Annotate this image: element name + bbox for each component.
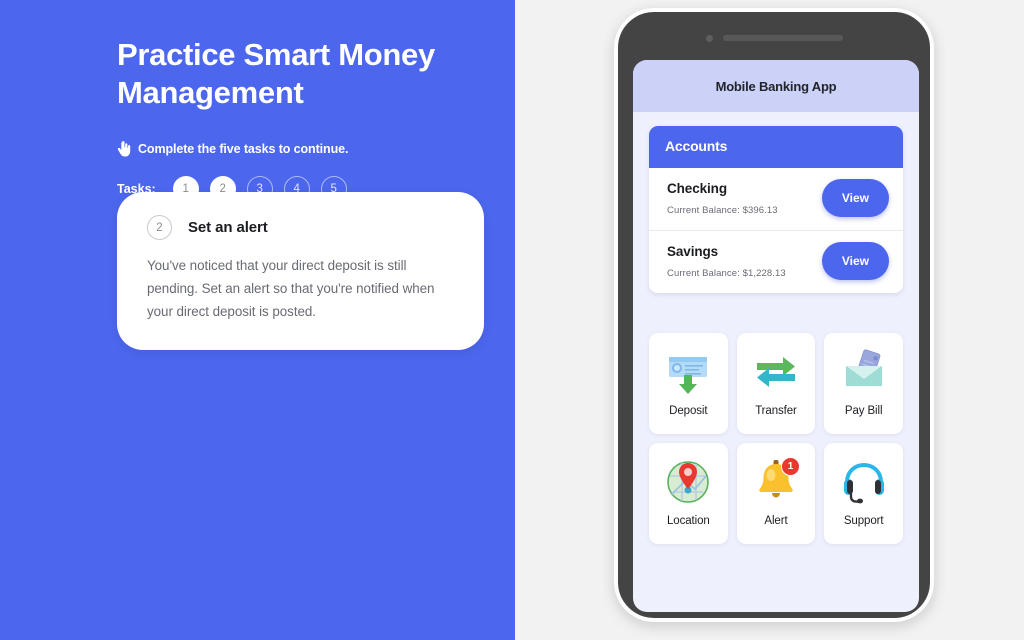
view-button-savings[interactable]: View	[821, 242, 889, 280]
check-deposit-icon	[661, 345, 715, 399]
tile-label-support: Support	[843, 515, 884, 527]
tile-location[interactable]: Location	[649, 443, 728, 544]
tile-label-deposit: Deposit	[669, 405, 708, 417]
tile-pay-bill[interactable]: Pay Bill	[824, 333, 903, 434]
tile-deposit[interactable]: Deposit	[649, 333, 728, 434]
instruction-row: Complete the five tasks to continue.	[117, 140, 515, 157]
tile-label-location: Location	[666, 515, 710, 527]
account-info-savings: Savings Current Balance: $1,228.13	[667, 244, 786, 279]
task-card-header: 2 Set an alert	[147, 215, 454, 240]
accounts-card: Accounts Checking Current Balance: $396.…	[649, 126, 903, 293]
task-card-description: You've noticed that your direct deposit …	[147, 258, 435, 320]
account-balance-savings: Current Balance: $1,228.13	[667, 267, 786, 279]
quick-action-grid: Deposit Transfer Pay Bill Location 1 Ale…	[649, 333, 903, 544]
left-instructions-panel: Practice Smart Money Management Complete…	[0, 0, 515, 640]
alert-count-badge: 1	[780, 457, 800, 476]
account-name-checking: Checking	[667, 180, 727, 196]
tile-label-pay-bill: Pay Bill	[844, 405, 883, 417]
account-row-savings: Savings Current Balance: $1,228.13 View	[649, 230, 903, 293]
transfer-arrows-icon	[749, 345, 803, 399]
headset-icon	[837, 455, 891, 509]
bell-icon: 1	[749, 455, 803, 509]
instruction-text: Complete the five tasks to continue.	[138, 141, 349, 156]
tile-alert[interactable]: 1 Alert	[736, 443, 816, 544]
account-name-savings: Savings	[667, 243, 719, 259]
phone-screen: Mobile Banking App Accounts Checking Cur…	[633, 60, 919, 612]
pointing-hand-icon	[117, 140, 131, 157]
phone-notch	[618, 34, 930, 42]
map-pin-icon	[661, 455, 715, 509]
app-content: Accounts Checking Current Balance: $396.…	[633, 112, 919, 544]
camera-dot-icon	[705, 34, 713, 42]
right-preview-panel: Mobile Banking App Accounts Checking Cur…	[515, 0, 1024, 640]
tile-label-alert: Alert	[764, 515, 788, 527]
task-card-title: Set an alert	[188, 219, 268, 236]
tile-label-transfer: Transfer	[755, 405, 797, 417]
phone-mockup: Mobile Banking App Accounts Checking Cur…	[614, 8, 934, 622]
app-title: Mobile Banking App	[715, 78, 837, 94]
view-button-checking[interactable]: View	[821, 179, 889, 217]
current-task-card: 2 Set an alert You've noticed that your …	[117, 192, 484, 350]
envelope-bill-icon	[837, 345, 891, 399]
account-row-checking: Checking Current Balance: $396.13 View	[649, 168, 903, 230]
accounts-card-header: Accounts	[649, 126, 903, 168]
tile-transfer[interactable]: Transfer	[736, 333, 816, 434]
earpiece-speaker	[722, 35, 843, 41]
account-balance-checking: Current Balance: $396.13	[667, 204, 778, 216]
account-info-checking: Checking Current Balance: $396.13	[667, 181, 778, 216]
tile-support[interactable]: Support	[824, 443, 903, 544]
page-title: Practice Smart Money Management	[117, 37, 435, 111]
accounts-header-label: Accounts	[665, 138, 728, 154]
app-header: Mobile Banking App	[633, 60, 919, 112]
page-root: Practice Smart Money Management Complete…	[0, 0, 1024, 640]
task-card-number: 2	[147, 215, 172, 240]
